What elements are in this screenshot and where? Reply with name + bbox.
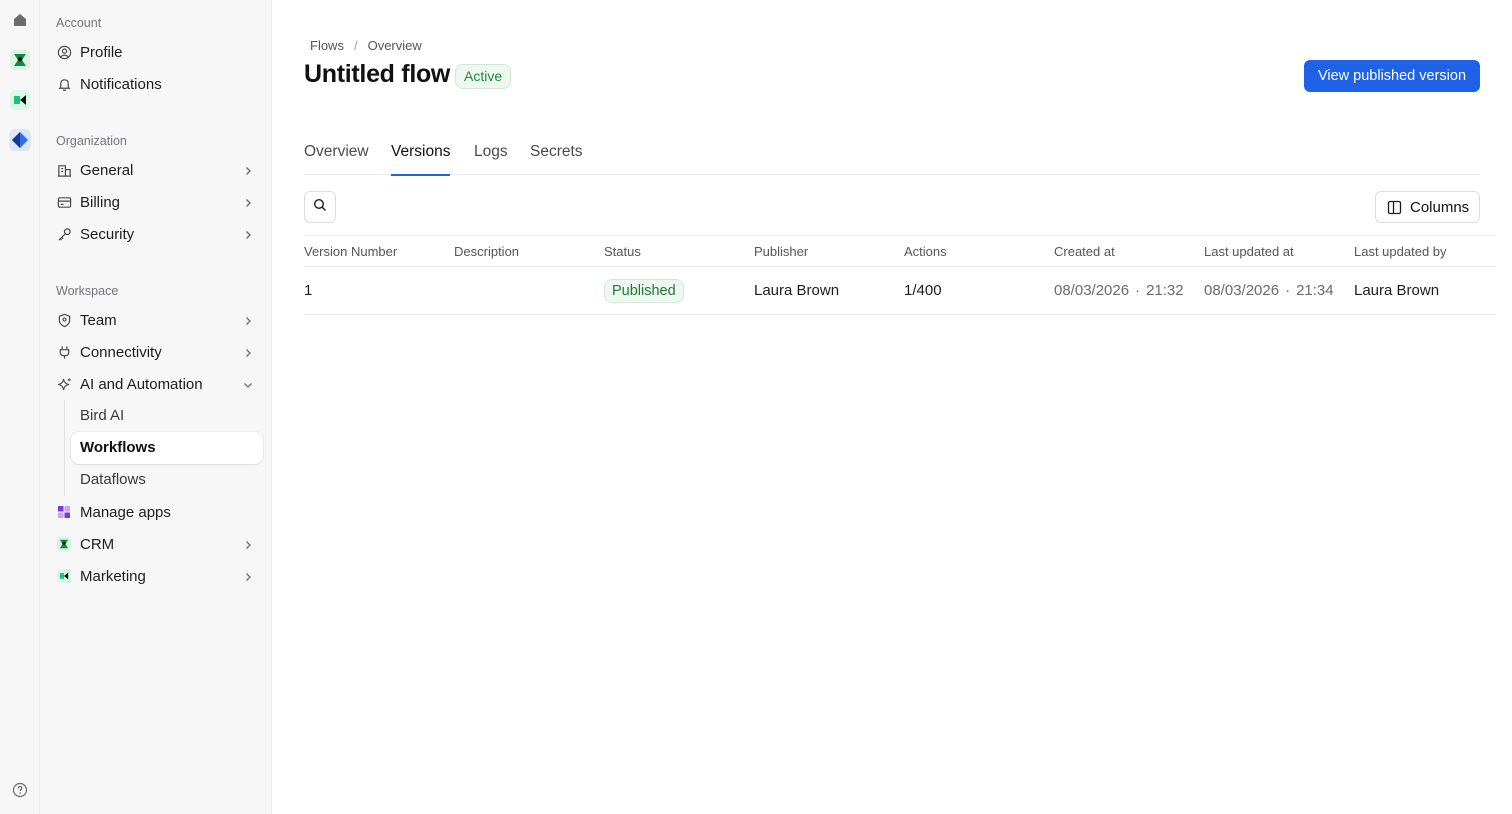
- sidebar-item-label: Team: [80, 311, 117, 329]
- cell-version-number: 1: [304, 282, 313, 299]
- sparkle-icon: [56, 376, 72, 392]
- chevron-right-icon: [242, 570, 254, 582]
- account-section-title: Account: [56, 16, 102, 30]
- columns-icon: [1387, 200, 1402, 215]
- sidebar-item-label: Billing: [80, 193, 121, 211]
- cell-publisher: Laura Brown: [754, 282, 840, 299]
- sidebar-item-connectivity[interactable]: Connectivity: [48, 336, 264, 368]
- sidebar-item-billing[interactable]: Billing: [48, 186, 264, 218]
- breadcrumb-separator: /: [353, 38, 358, 53]
- column-header-description[interactable]: Description: [454, 244, 519, 259]
- column-header-actions[interactable]: Actions: [904, 244, 947, 259]
- key-icon: [56, 226, 72, 242]
- page-title: Untitled flow: [304, 60, 451, 88]
- sidebar-item-security[interactable]: Security: [48, 218, 264, 250]
- cell-actions: 1/400: [904, 282, 942, 299]
- table-row[interactable]: 1 Published Laura Brown 1/400 08/03/2026…: [304, 267, 1496, 315]
- created-time: 21:32: [1146, 282, 1184, 299]
- sidebar-subitem-dataflows[interactable]: Dataflows: [71, 464, 263, 496]
- column-header-last-updated-at[interactable]: Last updated at: [1204, 244, 1294, 259]
- sidebar-item-label: Notifications: [80, 75, 162, 93]
- sidebar-item-label: Marketing: [80, 567, 146, 585]
- table-header: Version Number Description Status Publis…: [304, 235, 1496, 267]
- sidebar-item-team[interactable]: Team: [48, 304, 264, 336]
- sidebar-item-label: Connectivity: [80, 343, 162, 361]
- apps-icon: [56, 504, 72, 520]
- sidebar-subitem-workflows[interactable]: Workflows: [71, 432, 263, 464]
- sidebar-item-label: Manage apps: [80, 503, 171, 521]
- chevron-right-icon: [242, 196, 254, 208]
- bell-icon: [56, 76, 72, 92]
- sidebar-item-profile[interactable]: Profile: [48, 36, 264, 68]
- search-button[interactable]: [304, 191, 336, 223]
- building-icon: [56, 162, 72, 178]
- tab-overview[interactable]: Overview: [304, 143, 369, 175]
- column-header-created-at[interactable]: Created at: [1054, 244, 1115, 259]
- sidebar-item-manage-apps[interactable]: Manage apps: [48, 496, 264, 528]
- sidebar-item-notifications[interactable]: Notifications: [48, 68, 264, 100]
- crm-app-icon: [56, 536, 72, 552]
- settings-sidebar: Account Profile Notifications Organizati…: [40, 0, 272, 814]
- breadcrumb-current: Overview: [367, 38, 422, 53]
- cell-last-updated-by: Laura Brown: [1354, 282, 1440, 299]
- credit-card-icon: [56, 194, 72, 210]
- tab-versions[interactable]: Versions: [391, 143, 451, 176]
- column-header-version-number[interactable]: Version Number: [304, 244, 397, 259]
- sidebar-item-label: Profile: [80, 43, 123, 61]
- breadcrumb-flows-link[interactable]: Flows: [310, 38, 344, 53]
- published-status-badge: Published: [604, 279, 684, 303]
- separator-dot: ·: [1285, 282, 1291, 299]
- sidebar-subitem-label: Dataflows: [80, 471, 146, 488]
- breadcrumb: Flows / Overview: [310, 38, 422, 53]
- search-icon: [313, 198, 327, 217]
- sidebar-subitem-label: Bird AI: [80, 407, 125, 424]
- sidebar-item-label: Security: [80, 225, 135, 243]
- chevron-right-icon: [242, 538, 254, 550]
- marketing-app-icon[interactable]: [9, 89, 31, 111]
- cell-created-at: 08/03/2026 · 21:32: [1054, 282, 1184, 299]
- chevron-down-icon: [242, 378, 254, 390]
- tab-logs[interactable]: Logs: [474, 143, 508, 175]
- sidebar-item-label: General: [80, 161, 134, 179]
- sidebar-item-marketing[interactable]: Marketing: [48, 560, 264, 592]
- bird-app-icon[interactable]: [9, 129, 31, 151]
- column-header-last-updated-by[interactable]: Last updated by: [1354, 244, 1447, 259]
- sidebar-item-label: CRM: [80, 535, 115, 553]
- tab-bar: Overview Versions Logs Secrets: [304, 140, 1480, 176]
- user-circle-icon: [56, 44, 72, 60]
- chevron-right-icon: [242, 314, 254, 326]
- crm-app-icon[interactable]: [9, 49, 31, 71]
- column-header-status[interactable]: Status: [604, 244, 641, 259]
- sidebar-item-general[interactable]: General: [48, 154, 264, 186]
- columns-button[interactable]: Columns: [1375, 191, 1480, 223]
- cell-last-updated-at: 08/03/2026 · 21:34: [1204, 282, 1334, 299]
- tab-secrets[interactable]: Secrets: [530, 143, 583, 175]
- plug-icon: [56, 344, 72, 360]
- sidebar-subitem-bird-ai[interactable]: Bird AI: [71, 400, 263, 432]
- column-header-publisher[interactable]: Publisher: [754, 244, 808, 259]
- updated-date: 08/03/2026: [1204, 282, 1280, 299]
- separator-dot: ·: [1135, 282, 1141, 299]
- help-icon[interactable]: [12, 782, 28, 798]
- submenu-guide-line: [64, 400, 65, 496]
- columns-button-label: Columns: [1410, 199, 1470, 216]
- marketing-app-icon: [56, 568, 72, 584]
- status-badge: Active: [455, 64, 512, 89]
- app-rail: [0, 0, 40, 814]
- chevron-right-icon: [242, 228, 254, 240]
- chevron-right-icon: [242, 346, 254, 358]
- shield-icon: [56, 312, 72, 328]
- created-date: 08/03/2026: [1054, 282, 1130, 299]
- organization-section-title: Organization: [56, 134, 127, 148]
- sidebar-item-label: AI and Automation: [80, 375, 203, 393]
- view-published-version-button[interactable]: View published version: [1304, 60, 1480, 92]
- sidebar-item-crm[interactable]: CRM: [48, 528, 264, 560]
- workspace-section-title: Workspace: [56, 284, 119, 298]
- chevron-right-icon: [242, 164, 254, 176]
- updated-time: 21:34: [1296, 282, 1334, 299]
- sidebar-item-ai-and-automation[interactable]: AI and Automation: [48, 368, 264, 400]
- versions-table: Version Number Description Status Publis…: [304, 235, 1496, 315]
- sidebar-subitem-label: Workflows: [80, 439, 156, 456]
- home-icon[interactable]: [9, 9, 31, 31]
